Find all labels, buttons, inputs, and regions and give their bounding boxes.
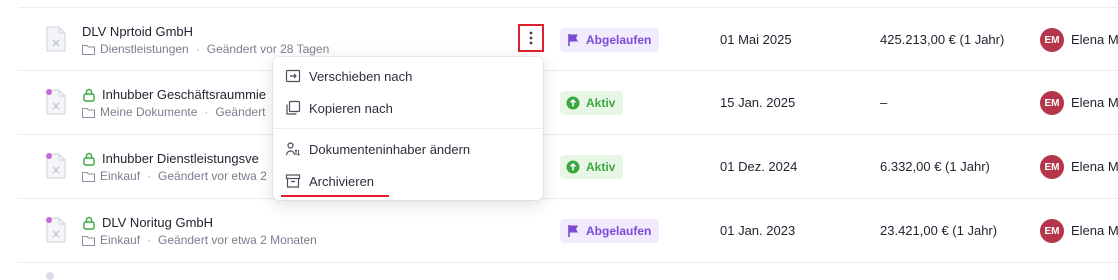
- amount-cell: 23.421,00 € (1 Jahr): [880, 223, 998, 238]
- document-icon: [46, 26, 66, 52]
- lock-icon: [83, 88, 95, 102]
- lock-icon: [83, 216, 95, 230]
- avatar: EM: [1040, 91, 1064, 115]
- amount-cell: 6.332,00 € (1 Jahr): [880, 159, 990, 174]
- status-badge: Aktiv: [560, 91, 624, 115]
- document-icon: [46, 89, 66, 115]
- date-cell: 01 Jan. 2023: [720, 223, 796, 238]
- kebab-menu-icon: [529, 31, 533, 45]
- document-icon: [46, 217, 66, 243]
- change-owner-icon: [285, 142, 300, 156]
- copy-icon: [286, 100, 301, 115]
- table-row[interactable]: DLV Noritug GmbH Einkauf · Geändert vor …: [18, 199, 1118, 263]
- menu-item-label: Dokumenteninhaber ändern: [309, 141, 471, 157]
- document-icon: [46, 153, 66, 179]
- status-label: Aktiv: [586, 160, 616, 174]
- document-title[interactable]: DLV Nprtoid GmbH: [82, 24, 193, 39]
- menu-divider: [273, 128, 543, 129]
- avatar: EM: [1040, 28, 1064, 52]
- date-cell: 01 Mai 2025: [720, 32, 792, 47]
- folder-icon: [82, 171, 95, 182]
- amount-cell: 425.213,00 € (1 Jahr): [880, 32, 1005, 47]
- document-title[interactable]: Inhubber Geschäftsraummie: [102, 87, 266, 102]
- modified-text: Geändert vor etwa 2: [158, 169, 267, 183]
- owner-name: Elena M: [1071, 223, 1118, 238]
- owner-name: Elena M: [1071, 32, 1118, 47]
- more-actions-button[interactable]: [518, 24, 544, 52]
- document-title[interactable]: DLV Noritug GmbH: [102, 215, 213, 230]
- menu-item-label: Archivieren: [309, 173, 375, 189]
- status-badge: Abgelaufen: [560, 219, 660, 243]
- modified-text: Geändert: [215, 105, 266, 119]
- status-label: Aktiv: [586, 96, 616, 110]
- folder-name[interactable]: Einkauf: [100, 233, 140, 247]
- table-row[interactable]: Inhubber Dienstleistungsve Einkauf · Geä…: [18, 135, 1118, 199]
- avatar: EM: [1040, 155, 1064, 179]
- document-meta: Einkauf · Geändert vor etwa 2: [82, 169, 267, 183]
- move-icon: [285, 69, 301, 83]
- arrow-up-circle-icon: [566, 160, 580, 174]
- folder-icon: [82, 44, 95, 55]
- lock-icon: [83, 152, 95, 166]
- table-row[interactable]: Inhubber Geschäftsraummie Meine Dokument…: [18, 71, 1118, 135]
- avatar: EM: [1040, 219, 1064, 243]
- document-meta: Meine Dokumente · Geändert: [82, 105, 265, 119]
- folder-name[interactable]: Einkauf: [100, 169, 140, 183]
- menu-item-move[interactable]: Verschieben nach: [273, 61, 543, 91]
- arrow-up-circle-icon: [566, 96, 580, 110]
- status-badge: Abgelaufen: [560, 28, 660, 52]
- document-title[interactable]: Inhubber Dienstleistungsve: [102, 151, 259, 166]
- modified-text: Geändert vor etwa 2 Monaten: [158, 233, 317, 247]
- folder-icon: [82, 107, 95, 118]
- status-label: Abgelaufen: [586, 33, 652, 47]
- date-cell: 15 Jan. 2025: [720, 95, 796, 110]
- amount-cell: –: [880, 95, 888, 110]
- modified-text: Geändert vor 28 Tagen: [206, 42, 330, 56]
- folder-icon: [82, 235, 95, 246]
- archive-icon: [285, 174, 301, 188]
- document-icon-partial: [46, 272, 54, 280]
- flag-icon: [568, 34, 578, 46]
- status-badge: Aktiv: [560, 155, 624, 179]
- status-label: Abgelaufen: [586, 224, 652, 238]
- table-row[interactable]: DLV Nprtoid GmbH Dienstleistungen · Geän…: [18, 7, 1118, 71]
- owner-name: Elena M: [1071, 95, 1118, 110]
- menu-item-label: Verschieben nach: [309, 68, 413, 84]
- flag-icon: [568, 225, 578, 237]
- document-meta: Einkauf · Geändert vor etwa 2 Monaten: [82, 233, 317, 247]
- menu-item-copy[interactable]: Kopieren nach: [273, 93, 543, 123]
- menu-item-label: Kopieren nach: [309, 100, 393, 116]
- folder-name[interactable]: Dienstleistungen: [100, 42, 189, 56]
- folder-name[interactable]: Meine Dokumente: [100, 105, 197, 119]
- document-meta: Dienstleistungen · Geändert vor 28 Tagen: [82, 42, 329, 56]
- menu-item-change-owner[interactable]: Dokumenteninhaber ändern: [273, 134, 543, 164]
- highlight-underline: [281, 195, 389, 197]
- owner-name: Elena M: [1071, 159, 1118, 174]
- date-cell: 01 Dez. 2024: [720, 159, 798, 174]
- menu-item-archive[interactable]: Archivieren: [273, 166, 543, 196]
- context-menu: Verschieben nach Kopieren nach Dokumente…: [273, 57, 543, 200]
